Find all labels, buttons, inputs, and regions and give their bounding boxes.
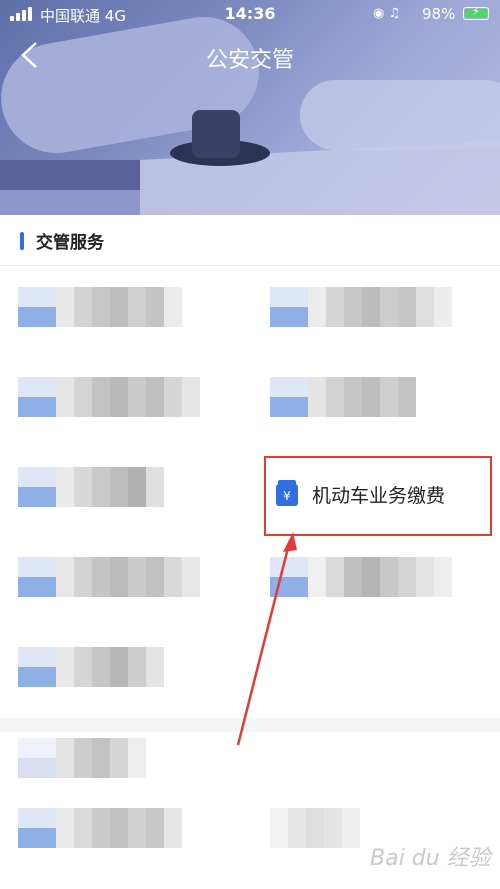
baidu-watermark: Bai du 经验 — [370, 846, 491, 871]
annotation-arrow — [236, 532, 297, 746]
